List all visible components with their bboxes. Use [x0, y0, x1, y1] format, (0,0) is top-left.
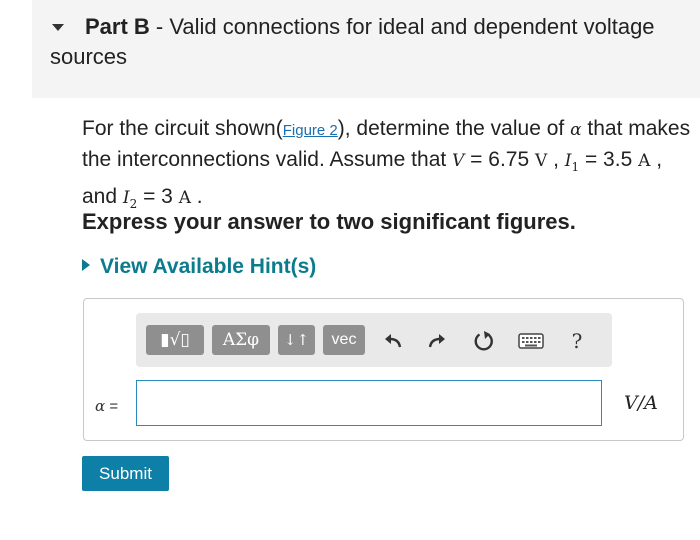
undo-icon[interactable]: [382, 330, 404, 352]
part-separator: -: [155, 14, 164, 39]
vector-button[interactable]: vec: [323, 325, 365, 355]
answer-variable-label: α =: [95, 397, 119, 415]
sort-button[interactable]: ↓↑: [278, 325, 315, 355]
greek-symbols-button[interactable]: ΑΣφ: [212, 325, 270, 355]
keyboard-icon[interactable]: [517, 330, 545, 352]
answer-units: V/A: [624, 392, 658, 414]
math-toolbar: ▮√▯ ΑΣφ ↓↑ vec ?: [136, 313, 612, 367]
expand-triangle-icon: [82, 259, 90, 271]
problem-statement: For the circuit shown(Figure 2), determi…: [82, 117, 691, 212]
hint-label: View Available Hint(s): [100, 255, 317, 278]
help-icon[interactable]: ?: [566, 329, 588, 353]
part-title[interactable]: Part B - Valid connections for ideal and…: [50, 12, 670, 72]
figure-link[interactable]: Figure 2: [283, 122, 338, 139]
answer-input[interactable]: [136, 380, 602, 426]
part-label: Part B: [85, 14, 150, 39]
instruction-text: Express your answer to two significant f…: [82, 209, 576, 234]
templates-button[interactable]: ▮√▯: [146, 325, 204, 355]
submit-button[interactable]: Submit: [82, 456, 169, 491]
redo-icon[interactable]: [426, 330, 448, 352]
view-hints-toggle[interactable]: View Available Hint(s): [82, 255, 316, 279]
reset-icon[interactable]: [473, 330, 495, 352]
